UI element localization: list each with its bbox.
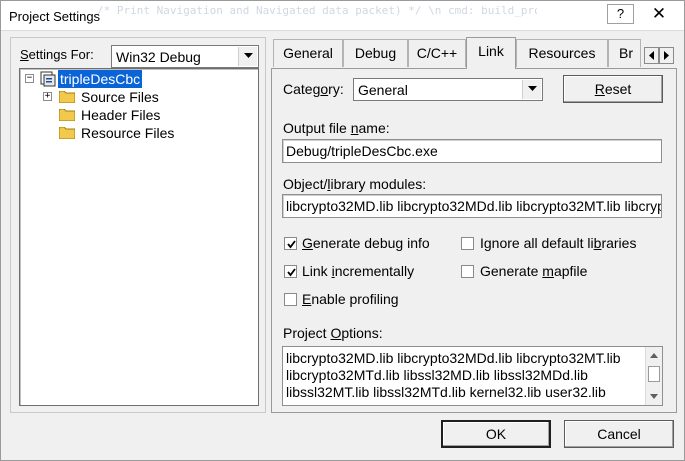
ignore-default-libraries-checkbox[interactable] xyxy=(461,237,474,250)
project-options-textarea[interactable]: libcrypto32MD.lib libcrypto32MDd.lib lib… xyxy=(282,346,663,406)
settings-tabs: General Debug C/C++ Link Resources Br xyxy=(271,37,677,69)
enable-profiling-checkbox[interactable] xyxy=(284,293,297,306)
scroll-thumb[interactable] xyxy=(648,366,660,382)
project-options-scrollbar[interactable] xyxy=(645,347,662,405)
ok-button[interactable]: OK xyxy=(441,420,551,448)
reset-button[interactable]: Reset xyxy=(563,75,663,103)
generate-debug-checkbox[interactable] xyxy=(284,237,297,250)
help-button[interactable]: ? xyxy=(607,4,634,24)
folder-icon xyxy=(59,109,75,121)
project-options-line: libcrypto32MTd.lib libssl32MD.lib libssl… xyxy=(286,367,588,383)
settings-for-label: Settings For: xyxy=(20,47,94,62)
generate-debug-label[interactable]: Generate debug info xyxy=(302,235,430,251)
tree-root-label[interactable]: tripleDesCbc xyxy=(58,70,143,88)
category-dropdown-arrow-icon[interactable] xyxy=(522,80,541,99)
generate-mapfile-label[interactable]: Generate mapfile xyxy=(480,263,587,279)
output-file-input[interactable]: Debug/tripleDesCbc.exe xyxy=(282,139,662,163)
output-file-label: Output file name: xyxy=(283,120,390,136)
project-options-line: libcrypto32MD.lib libcrypto32MDd.lib lib… xyxy=(286,350,621,366)
configuration-dropdown-arrow-icon[interactable] xyxy=(238,47,257,66)
tree-item-label: Source Files xyxy=(81,89,159,105)
collapse-icon[interactable]: − xyxy=(25,74,34,83)
close-button[interactable]: ✕ xyxy=(640,4,678,24)
cancel-button[interactable]: Cancel xyxy=(564,420,674,448)
tab-link[interactable]: Link xyxy=(466,37,516,69)
generate-mapfile-checkbox[interactable] xyxy=(461,265,474,278)
tab-browse-info[interactable]: Br xyxy=(608,39,641,67)
title-bar: /* Print Navigation and Navigated data p… xyxy=(1,1,684,31)
tree-item-resource-files[interactable]: Resource Files xyxy=(23,124,223,142)
ignore-default-libraries-label[interactable]: Ignore all default libraries xyxy=(480,235,636,251)
tree-item-header-files[interactable]: Header Files xyxy=(23,106,223,124)
tree-item-source-files[interactable]: + Source Files xyxy=(23,88,223,106)
checkmark-icon xyxy=(287,268,296,277)
tab-general[interactable]: General xyxy=(273,39,343,67)
project-options-line: libssl32MT.lib libssl32MTd.lib kernel32.… xyxy=(286,384,606,400)
enable-profiling-label[interactable]: Enable profiling xyxy=(302,291,399,307)
configuration-value: Win32 Debug xyxy=(116,49,201,65)
category-label: Category: xyxy=(283,81,344,97)
project-tree[interactable]: − tripleDesCbc + Source Files Header Fil… xyxy=(19,68,259,406)
link-tab-page: Category: General Reset Output file name… xyxy=(271,68,677,413)
background-ghost-text: /* Print Navigation and Navigated data p… xyxy=(97,5,537,17)
project-icon xyxy=(40,71,56,87)
configuration-select[interactable]: Win32 Debug xyxy=(111,45,259,68)
modules-input[interactable]: libcrypto32MD.lib libcrypto32MDd.lib lib… xyxy=(282,194,662,218)
expand-icon[interactable]: + xyxy=(43,92,52,101)
project-options-label: Project Options: xyxy=(283,325,383,341)
tab-resources[interactable]: Resources xyxy=(516,39,608,67)
tab-c-cpp[interactable]: C/C++ xyxy=(408,39,466,67)
link-incrementally-checkbox[interactable] xyxy=(284,265,297,278)
modules-label: Object/library modules: xyxy=(283,176,427,192)
modules-value: libcrypto32MD.lib libcrypto32MDd.lib lib… xyxy=(286,198,661,214)
link-incrementally-label[interactable]: Link incrementally xyxy=(302,263,414,279)
tree-root-row[interactable]: − tripleDesCbc xyxy=(23,70,223,88)
category-select[interactable]: General xyxy=(353,78,543,101)
output-file-value: Debug/tripleDesCbc.exe xyxy=(286,143,438,159)
project-settings-dialog: /* Print Navigation and Navigated data p… xyxy=(0,0,685,461)
scroll-down-arrow-icon[interactable] xyxy=(650,394,658,399)
tree-item-label: Header Files xyxy=(81,107,161,123)
window-title: Project Settings xyxy=(9,9,101,24)
scroll-up-arrow-icon[interactable] xyxy=(650,353,658,358)
tab-debug[interactable]: Debug xyxy=(343,39,408,67)
checkmark-icon xyxy=(287,240,296,249)
tab-scroll-right-icon[interactable] xyxy=(659,47,674,64)
category-value: General xyxy=(358,82,408,98)
folder-icon xyxy=(59,91,75,103)
tree-item-label: Resource Files xyxy=(81,125,175,141)
folder-icon xyxy=(59,127,75,139)
settings-tree-panel: Settings For: Win32 Debug − tripleDesCbc… xyxy=(10,37,266,413)
tab-scroll-left-icon[interactable] xyxy=(644,47,659,64)
